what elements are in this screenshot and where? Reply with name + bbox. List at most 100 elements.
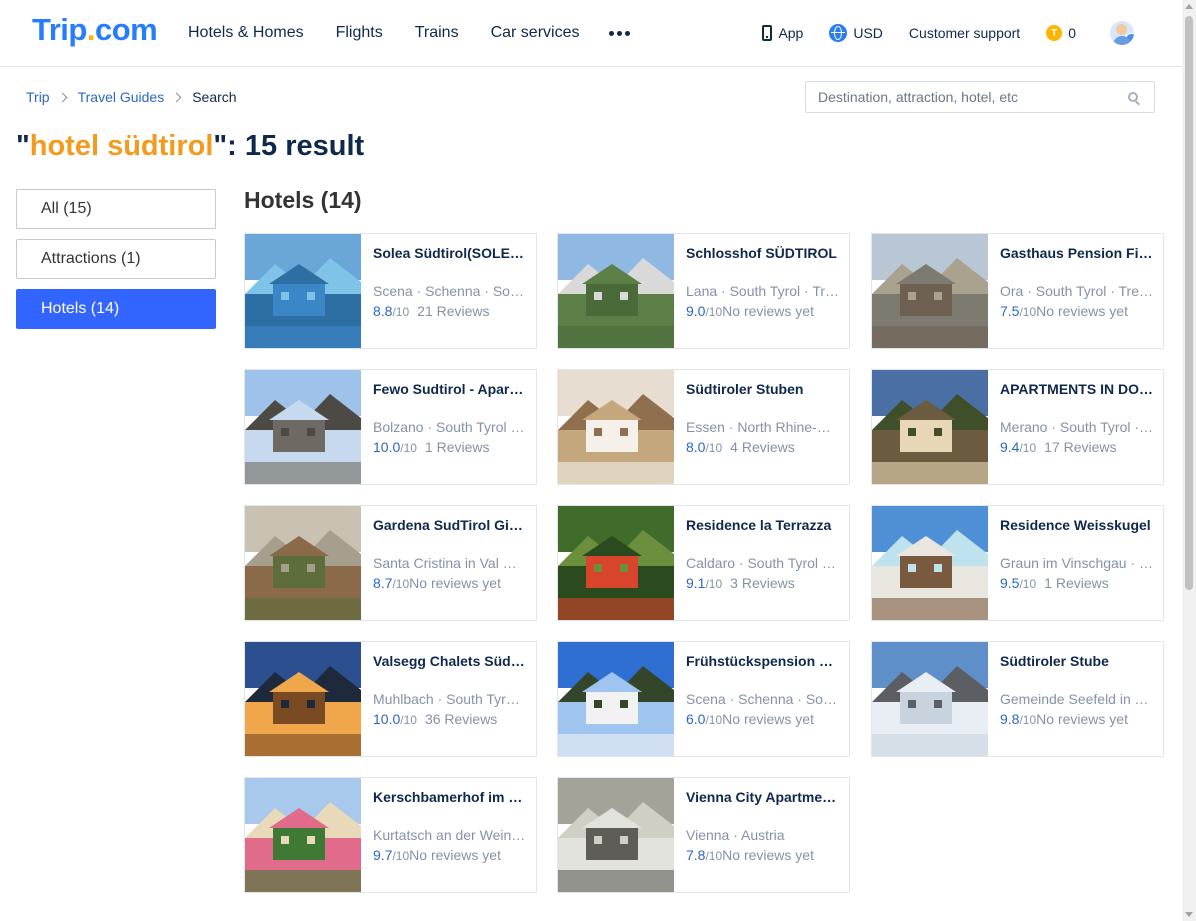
hotel-name[interactable]: APARTMENTS IN DORF TIROL — [1000, 381, 1154, 397]
hotel-image[interactable] — [872, 370, 988, 484]
hotel-card[interactable]: Kerschbamerhof im Obstgarten Kurtatsch a… — [244, 777, 537, 893]
trip-logo[interactable]: Trip.com — [32, 12, 158, 48]
hotel-image[interactable] — [558, 642, 674, 756]
review-count: 21 Reviews — [417, 303, 490, 319]
review-count: No reviews yet — [722, 303, 814, 319]
hotel-image[interactable] — [558, 370, 674, 484]
rating-score: 10.0 — [373, 711, 401, 727]
title-quote: " — [16, 130, 30, 162]
hotel-card[interactable]: APARTMENTS IN DORF TIROL Merano · South … — [871, 369, 1164, 485]
filter-all[interactable]: All (15) — [16, 189, 216, 229]
hotel-name[interactable]: Frühstückspension Sonnenheim — [686, 653, 840, 669]
rating-scale: /10 — [705, 305, 723, 319]
hotel-rating: 9.8/10No reviews yet — [1000, 711, 1160, 727]
header-right-nav: App USD Customer support T 0 — [736, 0, 1134, 66]
hotel-image[interactable] — [558, 506, 674, 620]
hotel-image[interactable] — [872, 234, 988, 348]
user-avatar[interactable] — [1110, 21, 1134, 45]
scrollbar-thumb[interactable] — [1185, 16, 1193, 590]
hotel-name[interactable]: Gardena SudTirol Giardin — [373, 517, 527, 533]
hotel-card[interactable]: Residence la Terrazza Caldaro · South Ty… — [557, 505, 850, 621]
app-link[interactable]: App — [762, 25, 803, 41]
filter-hotels[interactable]: Hotels (14) — [16, 289, 216, 329]
avatar-badge-icon — [1125, 33, 1134, 45]
search-icon[interactable] — [1128, 92, 1138, 102]
search-input[interactable] — [806, 83, 1128, 111]
hotel-image[interactable] — [245, 370, 361, 484]
rating-scale: /10 — [705, 441, 723, 455]
top-header: Trip.com Hotels & Homes Flights Trains C… — [0, 0, 1182, 67]
hotel-card[interactable]: Valsegg Chalets Südtirol Muhlbach · Sout… — [244, 641, 537, 757]
hotel-location: Merano · South Tyrol · Trentino-Alto Adi… — [1000, 419, 1154, 435]
hotel-name[interactable]: Vienna City Apartments — [686, 789, 840, 805]
hotel-card[interactable]: Schlosshof SÜDTIROL Lana · South Tyrol ·… — [557, 233, 850, 349]
hotel-rating: 9.5/10 1 Reviews — [1000, 575, 1160, 591]
review-count: 17 Reviews — [1044, 439, 1117, 455]
review-count: 4 Reviews — [730, 439, 795, 455]
hotel-rating: 9.0/10No reviews yet — [686, 303, 846, 319]
hotel-image[interactable] — [245, 234, 361, 348]
hotel-name[interactable]: Solea Südtirol(SOLEA Hotel) — [373, 245, 527, 261]
hotel-image[interactable] — [558, 234, 674, 348]
hotel-rating: 6.0/10No reviews yet — [686, 711, 846, 727]
page-scrollbar[interactable] — [1182, 0, 1196, 921]
hotel-card[interactable]: Gardena SudTirol Giardin Santa Cristina … — [244, 505, 537, 621]
hotel-location: Lana · South Tyrol · Trentino-Alto Adige — [686, 283, 840, 299]
filter-attractions[interactable]: Attractions (1) — [16, 239, 216, 279]
hotel-image[interactable] — [872, 506, 988, 620]
breadcrumb-trip[interactable]: Trip — [26, 89, 50, 105]
hotel-name[interactable]: Residence la Terrazza — [686, 517, 840, 533]
hotel-name[interactable]: Kerschbamerhof im Obstgarten — [373, 789, 527, 805]
breadcrumb: Trip Travel Guides Search — [26, 89, 237, 105]
hotel-name[interactable]: Südtiroler Stuben — [686, 381, 840, 397]
hotel-location: Ora · South Tyrol · Trentino-Alto Adige — [1000, 283, 1154, 299]
hotel-card[interactable]: Fewo Sudtirol - Apartment Bolzano · Sout… — [244, 369, 537, 485]
hotel-image[interactable] — [245, 642, 361, 756]
hotel-image[interactable] — [245, 778, 361, 892]
review-count: 1 Reviews — [424, 439, 490, 455]
more-dots-icon[interactable] — [609, 30, 631, 36]
currency-selector[interactable]: USD — [829, 24, 883, 42]
trip-coins[interactable]: T 0 — [1046, 25, 1076, 41]
rating-score: 9.0 — [686, 303, 706, 319]
hotel-card[interactable]: Frühstückspension Sonnenheim Scena · Sch… — [557, 641, 850, 757]
hotel-card[interactable]: Südtiroler Stuben Essen · North Rhine-We… — [557, 369, 850, 485]
search-keyword: hotel südtirol — [29, 130, 214, 162]
scroll-up-arrow-icon[interactable] — [1185, 4, 1193, 9]
hotel-name[interactable]: Valsegg Chalets Südtirol — [373, 653, 527, 669]
hotel-image[interactable] — [245, 506, 361, 620]
hotel-card[interactable]: Vienna City Apartments Vienna · Austria … — [557, 777, 850, 893]
hotel-name[interactable]: Residence Weisskugel — [1000, 517, 1154, 533]
hotel-image[interactable] — [872, 642, 988, 756]
hotel-card[interactable]: Solea Südtirol(SOLEA Hotel) Scena · Sche… — [244, 233, 537, 349]
hotel-name[interactable]: Schlosshof SÜDTIROL — [686, 245, 840, 261]
rating-score: 9.4 — [1000, 439, 1020, 455]
hotel-card[interactable]: Südtiroler Stube Gemeinde Seefeld in Tir… — [871, 641, 1164, 757]
hotel-image[interactable] — [558, 778, 674, 892]
hotel-card[interactable]: Residence Weisskugel Graun im Vinschgau … — [871, 505, 1164, 621]
nav-hotels-homes[interactable]: Hotels & Homes — [188, 24, 304, 42]
nav-flights[interactable]: Flights — [336, 24, 383, 42]
main-nav: Hotels & Homes Flights Trains Car servic… — [188, 0, 631, 66]
hotel-rating: 8.7/10No reviews yet — [373, 575, 533, 591]
hotel-location: Muhlbach · South Tyrol · Trentino-Alto A… — [373, 691, 527, 707]
logo-text-com: com — [94, 12, 158, 47]
section-title: Hotels (14) — [244, 187, 362, 213]
scroll-down-arrow-icon[interactable] — [1185, 912, 1193, 917]
breadcrumb-travel-guides[interactable]: Travel Guides — [78, 89, 165, 105]
hotel-name[interactable]: Fewo Sudtirol - Apartment — [373, 381, 527, 397]
rating-score: 9.8 — [1000, 711, 1020, 727]
coin-count: 0 — [1068, 25, 1076, 41]
coin-icon: T — [1046, 25, 1063, 41]
hotel-rating: 9.4/10 17 Reviews — [1000, 439, 1160, 455]
nav-car-services[interactable]: Car services — [491, 24, 580, 42]
hotel-card[interactable]: Gasthaus Pension Fichtenhof Ora · South … — [871, 233, 1164, 349]
nav-trains[interactable]: Trains — [415, 24, 459, 42]
hotel-rating: 7.8/10No reviews yet — [686, 847, 846, 863]
hotel-name[interactable]: Gasthaus Pension Fichtenhof — [1000, 245, 1154, 261]
rating-score: 7.8 — [686, 847, 706, 863]
customer-support-link[interactable]: Customer support — [909, 25, 1020, 41]
rating-score: 10.0 — [373, 439, 401, 455]
hotel-name[interactable]: Südtiroler Stube — [1000, 653, 1154, 669]
rating-scale: /10 — [1019, 713, 1037, 727]
